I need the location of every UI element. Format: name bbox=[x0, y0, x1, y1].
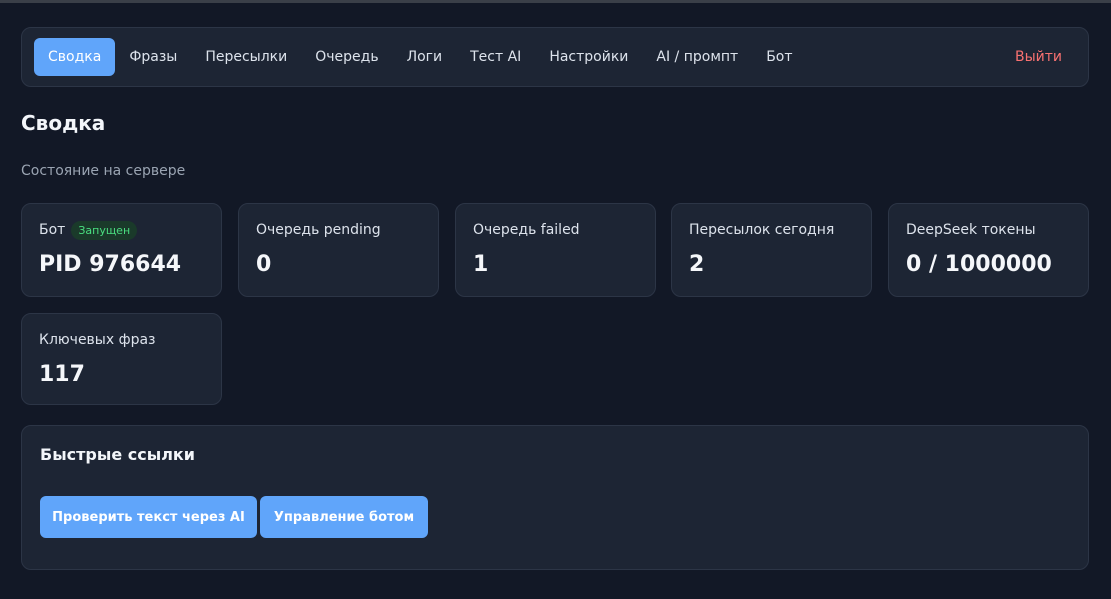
stat-card-queue-pending: Очередь pending 0 bbox=[238, 203, 439, 297]
stat-card-key-phrases: Ключевых фраз 117 bbox=[21, 313, 222, 405]
stat-card-label-row: Бот Запущен bbox=[39, 220, 204, 240]
top-navigation: Сводка Фразы Пересылки Очередь Логи Тест… bbox=[21, 27, 1089, 87]
stat-card-value: 1 bbox=[473, 252, 489, 277]
nav-tab-ai-prompt[interactable]: AI / промпт bbox=[642, 38, 752, 76]
stat-card-bot: Бот Запущен PID 976644 bbox=[21, 203, 222, 297]
stat-card-value: 2 bbox=[689, 252, 705, 277]
stat-card-value: 0 bbox=[256, 252, 272, 277]
nav-tab-bot[interactable]: Бот bbox=[752, 38, 806, 76]
stat-card-label: Очередь failed bbox=[473, 222, 580, 238]
stat-card-value: PID 976644 bbox=[39, 252, 182, 277]
nav-tab-queue[interactable]: Очередь bbox=[301, 38, 392, 76]
stat-card-forwards-today: Пересылок сегодня 2 bbox=[671, 203, 872, 297]
quick-links-title: Быстрые ссылки bbox=[40, 445, 195, 464]
stat-card-label: DeepSeek токены bbox=[906, 222, 1036, 238]
nav-tab-forwards[interactable]: Пересылки bbox=[191, 38, 301, 76]
nav-tab-logs[interactable]: Логи bbox=[393, 38, 457, 76]
quick-links-panel: Быстрые ссылки Проверить текст через AI … bbox=[21, 425, 1089, 570]
stat-card-label: Пересылок сегодня bbox=[689, 222, 835, 238]
nav-tab-phrases[interactable]: Фразы bbox=[115, 38, 191, 76]
stat-card-label: Очередь pending bbox=[256, 222, 381, 238]
status-badge: Запущен bbox=[71, 220, 138, 240]
window-top-border bbox=[0, 0, 1111, 3]
stat-card-queue-failed: Очередь failed 1 bbox=[455, 203, 656, 297]
check-text-ai-button[interactable]: Проверить текст через AI bbox=[40, 496, 257, 538]
manage-bot-button[interactable]: Управление ботом bbox=[260, 496, 428, 538]
nav-tab-settings[interactable]: Настройки bbox=[535, 38, 642, 76]
page-title: Сводка bbox=[21, 111, 106, 135]
nav-tab-test-ai[interactable]: Тест AI bbox=[456, 38, 535, 76]
stat-card-label: Ключевых фраз bbox=[39, 332, 156, 348]
stat-card-deepseek-tokens: DeepSeek токены 0 / 1000000 bbox=[888, 203, 1089, 297]
logout-link[interactable]: Выйти bbox=[1001, 38, 1076, 76]
stat-card-label: Бот bbox=[39, 222, 66, 238]
page-subtitle: Состояние на сервере bbox=[21, 163, 186, 179]
stat-card-value: 117 bbox=[39, 362, 85, 387]
stat-card-value: 0 / 1000000 bbox=[906, 252, 1052, 277]
nav-tab-summary[interactable]: Сводка bbox=[34, 38, 116, 76]
